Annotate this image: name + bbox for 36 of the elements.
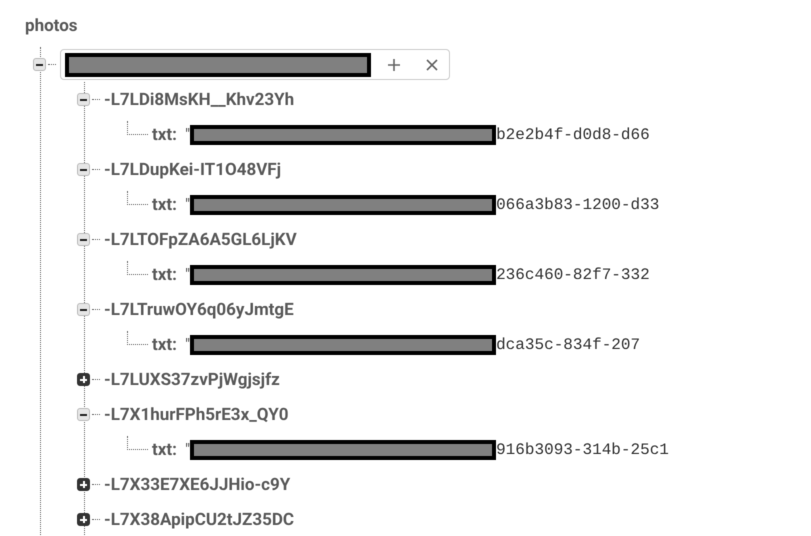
expand-toggle[interactable] <box>77 478 90 491</box>
node-key[interactable]: -L7X33E7XE6JJHio-c9Y <box>104 474 290 494</box>
expand-toggle[interactable] <box>77 513 90 526</box>
field-key: txt: <box>152 334 177 354</box>
collapse-toggle[interactable] <box>77 163 90 176</box>
field-key: txt: <box>152 440 177 460</box>
field-value: b2e2b4f-d0d8-d66 <box>496 126 650 144</box>
node-key: photos <box>0 0 811 38</box>
collapse-toggle[interactable] <box>77 303 90 316</box>
quote-mark: " <box>184 125 190 144</box>
quote-mark: " <box>184 440 190 459</box>
field-key: txt: <box>152 264 177 284</box>
node-key[interactable]: -L7X38ApipCU2tJZ35DC <box>104 510 294 530</box>
add-icon[interactable] <box>387 58 401 72</box>
collapse-toggle[interactable] <box>33 58 46 71</box>
node-key[interactable]: -L7LUXS37zvPjWgjsjfz <box>104 370 280 390</box>
field-value: dca35c-834f-207 <box>496 336 640 354</box>
node-key[interactable]: -L7LDupKei-IT1O48VFj <box>104 160 282 180</box>
quote-mark: " <box>184 335 190 354</box>
node-key[interactable]: -L7LTruwOY6q06yJmtgE <box>104 300 294 320</box>
node-key[interactable]: -L7X1hurFPh5rE3x_QY0 <box>104 404 288 424</box>
collapse-toggle[interactable] <box>77 93 90 106</box>
key-edit-field[interactable] <box>60 49 450 80</box>
expand-toggle[interactable] <box>77 373 90 386</box>
close-icon[interactable] <box>425 58 439 72</box>
quote-mark: " <box>184 265 190 284</box>
node-key[interactable]: -L7LTOFpZA6A5GL6LjKV <box>104 230 297 250</box>
field-value: 236c460-82f7-332 <box>496 266 650 284</box>
field-value: 066a3b83-1200-d33 <box>496 196 660 214</box>
field-key: txt: <box>152 194 177 214</box>
collapse-toggle[interactable] <box>77 233 90 246</box>
field-key: txt: <box>152 124 177 144</box>
node-key[interactable]: -L7LDi8MsKH__Khv23Yh <box>104 90 294 110</box>
collapse-toggle[interactable] <box>77 408 90 421</box>
field-value: 916b3093-314b-25c1 <box>496 440 669 458</box>
quote-mark: " <box>184 195 190 214</box>
